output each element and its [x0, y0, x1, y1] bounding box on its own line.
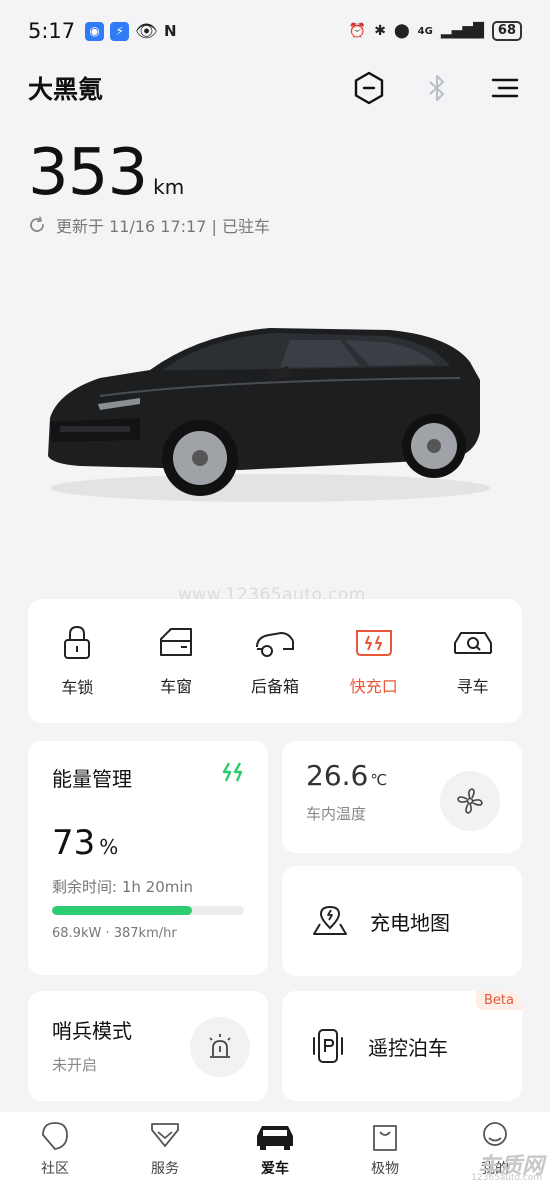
bluetooth-status-icon: ✱ [374, 23, 386, 39]
fast-charge-port-icon [355, 630, 392, 656]
battery-percent: 73 % [52, 823, 118, 863]
app-notification-icon: ◉ [85, 21, 105, 41]
status-bar: 5:17 ◉ ⚡ 👁 N ⏰ ✱ ⬤ 4G ▂▄▆█ 68 [0, 0, 550, 62]
header-actions [352, 71, 522, 105]
range-display: 353 km [28, 136, 184, 210]
menu-icon [491, 78, 519, 98]
find-car-label: 寻车 [456, 677, 489, 696]
location-icon: ⬤ [393, 23, 410, 39]
trunk-label: 后备箱 [250, 677, 299, 696]
refresh-icon[interactable] [28, 216, 46, 234]
charging-bolts-icon [222, 762, 243, 782]
car-icon [257, 1126, 293, 1150]
remote-parking-label: 遥控泊车 [368, 1035, 448, 1060]
sentry-mode-card[interactable]: 哨兵模式 未开启 [28, 991, 268, 1101]
lock-button[interactable]: 车锁 [37, 624, 117, 698]
battery-percent-value: 73 [52, 823, 96, 863]
remaining-time: 剩余时间: 1h 20min [52, 876, 193, 897]
lock-icon [64, 625, 91, 659]
charging-map-label: 充电地图 [370, 910, 450, 935]
nav-my-car[interactable]: 爱车 [230, 1120, 320, 1178]
remaining-time-label: 剩余时间: [52, 878, 118, 896]
window-button[interactable]: 车窗 [136, 625, 216, 697]
status-time: 5:17 [28, 19, 76, 43]
shop-bag-icon [373, 1125, 397, 1151]
sentry-toggle-button[interactable] [190, 1017, 250, 1077]
nav-service[interactable]: 服务 [120, 1120, 210, 1178]
status-system-icons: ⏰ ✱ ⬤ 4G ▂▄▆█ 68 [349, 21, 522, 41]
energy-management-card[interactable]: 能量管理 73 % 剩余时间: 1h 20min 68.9kW · 387km/… [28, 741, 268, 975]
eye-icon: 👁 [135, 20, 159, 42]
car-image[interactable] [40, 300, 500, 520]
signal-icon: ▂▄▆█ [440, 23, 484, 39]
bluetooth-button[interactable] [420, 71, 454, 105]
nfc-icon: N [164, 22, 177, 40]
menu-button[interactable] [488, 71, 522, 105]
window-label: 车窗 [160, 677, 193, 696]
car-illustration [48, 328, 490, 502]
car-name[interactable]: 大黑氪 [28, 70, 103, 106]
climate-fan-button[interactable] [440, 771, 500, 831]
find-car-icon [453, 632, 492, 654]
nav-my-car-label: 爱车 [261, 1161, 289, 1177]
range-value: 353 [28, 136, 148, 210]
update-text: 更新于 11/16 17:17 | 已驻车 [56, 217, 270, 236]
remote-parking-card[interactable]: Beta 遥控泊车 [282, 991, 522, 1101]
trunk-icon [255, 631, 294, 657]
alarm-siren-icon [209, 1034, 231, 1058]
bottom-navigation: 社区 服务 爱车 极物 我的 [0, 1112, 550, 1187]
charging-map-icon [313, 905, 347, 935]
remote-parking-icon [313, 1029, 343, 1063]
cabin-temperature-card[interactable]: 26.6 ℃ 车内温度 [282, 741, 522, 853]
fast-charge-port-label: 快充口 [349, 677, 398, 696]
energy-title: 能量管理 [52, 767, 132, 791]
community-icon [42, 1122, 68, 1150]
nav-service-label: 服务 [151, 1161, 179, 1177]
bluetooth-icon [429, 75, 444, 101]
range-unit: km [153, 175, 185, 199]
charging-map-card[interactable]: 充电地图 [282, 866, 522, 976]
cabin-temperature-unit: ℃ [370, 771, 388, 789]
charge-progress-bar [52, 906, 244, 915]
update-status[interactable]: 更新于 11/16 17:17 | 已驻车 [28, 213, 270, 237]
quick-actions-panel: 车锁 车窗 后备箱 快充口 寻车 [28, 599, 522, 723]
bolt-notification-icon: ⚡ [110, 21, 130, 41]
network-type: 4G [417, 25, 433, 37]
remaining-time-value: 1h 20min [121, 878, 194, 896]
find-car-button[interactable]: 寻车 [433, 625, 513, 697]
fan-icon [457, 788, 483, 814]
cabin-temperature-value: 26.6 [306, 759, 369, 792]
nav-community[interactable]: 社区 [10, 1120, 100, 1178]
nav-shop-label: 极物 [371, 1161, 399, 1177]
cabin-temperature: 26.6 ℃ [306, 759, 387, 792]
cabin-temperature-label: 车内温度 [306, 805, 367, 823]
battery-percent-unit: % [99, 835, 119, 859]
alarm-icon: ⏰ [348, 23, 367, 39]
charging-power-info: 68.9kW · 387km/hr [52, 926, 177, 941]
trunk-button[interactable]: 后备箱 [235, 625, 315, 697]
app-header: 大黑氪 [28, 68, 522, 108]
nav-community-label: 社区 [41, 1161, 69, 1177]
window-icon [160, 628, 193, 656]
charge-progress-fill [52, 906, 193, 915]
corner-watermark-url: 12365auto.com [471, 1173, 542, 1183]
hexagon-minus-icon [354, 71, 384, 105]
lock-label: 车锁 [61, 678, 94, 697]
status-notification-icons: ◉ ⚡ 👁 N [85, 20, 177, 42]
battery-indicator: 68 [491, 21, 522, 41]
nav-shop[interactable]: 极物 [340, 1120, 430, 1178]
beta-badge: Beta [476, 991, 522, 1010]
hex-settings-button[interactable] [352, 71, 386, 105]
fast-charge-port-button[interactable]: 快充口 [334, 625, 414, 697]
service-icon [151, 1123, 179, 1147]
